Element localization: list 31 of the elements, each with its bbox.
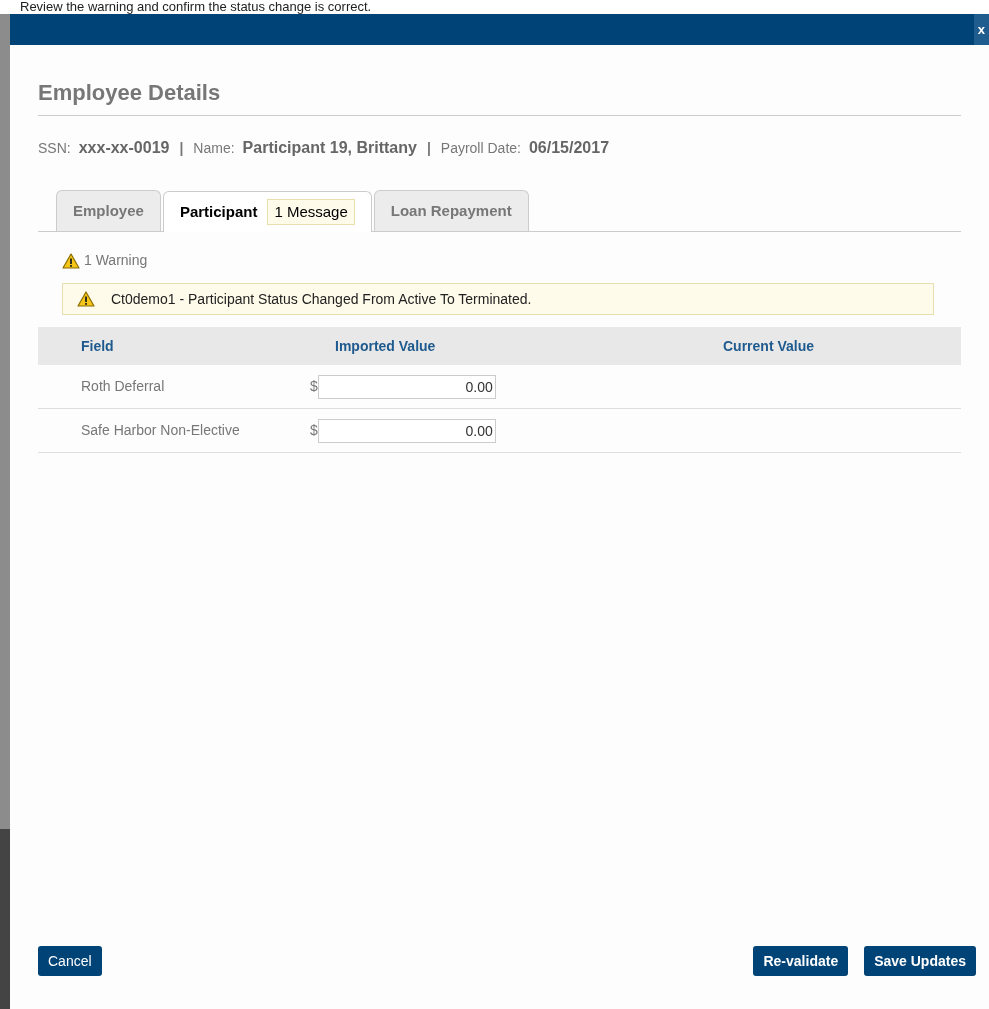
info-value: xxx-xx-0019 <box>78 138 170 158</box>
action-button[interactable]: Save Updates <box>864 946 976 976</box>
warning-icon <box>62 252 80 269</box>
info-label: SSN: <box>38 138 71 158</box>
tab[interactable]: Participant 1 Message <box>162 191 372 232</box>
close-button[interactable]: x <box>973 14 989 45</box>
column-header: Imported Value <box>335 336 437 356</box>
info-label: Payroll Date: <box>440 138 521 158</box>
info-value: Participant 19, Brittany <box>242 138 417 158</box>
amount-field[interactable]: 0.00 <box>317 418 496 443</box>
amount-field[interactable]: 0.00 <box>317 374 496 399</box>
warning-icon <box>77 291 95 307</box>
tab[interactable]: Loan Repayment <box>373 190 529 231</box>
action-button[interactable]: Re-validate <box>753 946 849 976</box>
currency-text: $ <box>310 377 318 396</box>
separator-text: | <box>179 138 184 158</box>
column-header: Field <box>80 336 115 356</box>
warning-count: 1 Warning <box>84 251 148 270</box>
column-header: Current Value <box>723 336 816 356</box>
cancel-button[interactable]: Cancel <box>38 946 102 976</box>
instruction-text: Review the warning and confirm the status change is correct. <box>20 0 372 14</box>
field-name: Roth Deferral <box>80 377 166 396</box>
dialog-title: Employee Details <box>38 76 961 116</box>
separator-text: | <box>426 138 431 158</box>
currency-text: $ <box>310 421 318 440</box>
field-name: Safe Harbor Non-Elective <box>80 421 241 440</box>
tab[interactable]: Employee <box>56 190 161 231</box>
warning-alert: Ct0demo1 - Participant Status Changed From Active To Terminated. <box>62 283 934 315</box>
info-value: 06/15/2017 <box>528 138 610 158</box>
info-label: Name: <box>193 138 235 158</box>
message-badge: 1 Message <box>267 198 355 226</box>
